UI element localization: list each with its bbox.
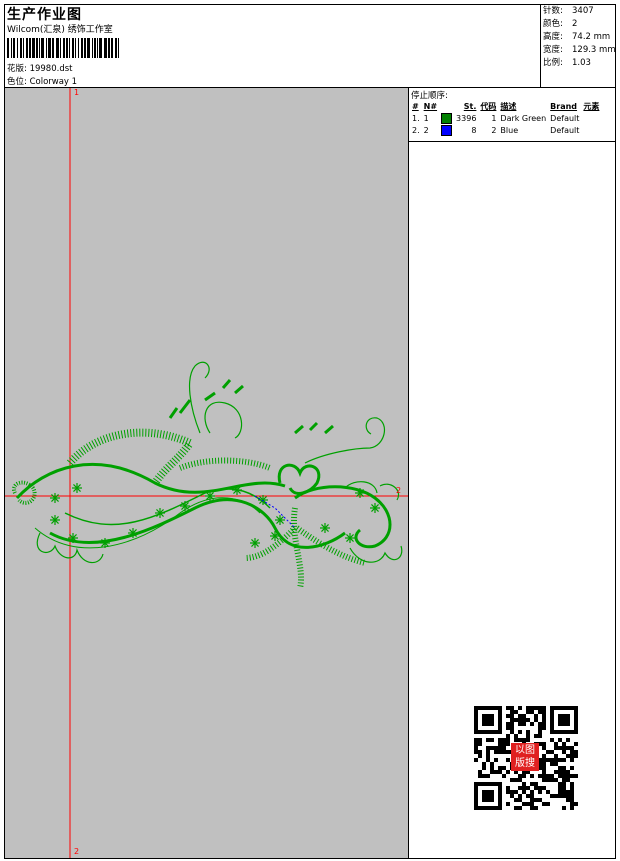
stat-colors: 颜色: 2 [543,19,578,29]
scroll-band-upper [15,462,286,500]
stat-scale: 比例: 1.03 [543,58,591,68]
color-swatch [441,112,453,124]
table-row: 1. 1 3396 1 Dark Green Default [412,112,580,124]
satin-leaf [178,457,272,471]
top-sprigs [168,379,244,419]
qr-code: 以图版搜 [469,703,583,813]
embroidery-motif [12,361,403,589]
axis-label-bottom: 2 [74,847,80,856]
star-stitches [50,483,380,548]
stats-divider [540,4,541,88]
barcode [7,38,119,58]
axis-label-top: 1 [74,88,80,97]
col-element: 元素 [583,101,600,111]
design-stats: 针数: 3407 颜色: 2 高度: 74.2 mm 宽度: 129.3 mm 比例: 1… [543,5,616,70]
top-tendril-center [204,401,243,439]
col-stitches: St. [463,101,477,111]
color-swatch [441,124,453,136]
right-loops [349,545,403,563]
col-number: # [412,101,419,111]
col-code: 代码 [480,101,497,111]
colorway: 色位: Colorway 1 [7,75,77,87]
page-title: 生产作业图 [7,7,82,23]
embroidery-design [5,88,408,858]
satin-fan [66,428,196,486]
col-description: 描述 [500,101,517,111]
canvas-divider [408,87,409,859]
table-bottom-line [408,141,616,142]
design-label: 花版: [7,64,27,74]
colorway-label: 色位: [7,77,27,87]
stat-height: 高度: 74.2 mm [543,32,611,42]
table-row: 2. 2 8 2 Blue Default [412,124,580,136]
axis-label-right: 2 [396,486,402,495]
design-value: 19980.dst [29,64,73,74]
stat-stitches: 针数: 3407 [543,6,594,16]
seal-stamp: 以图版搜 [511,743,539,771]
design-canvas[interactable]: 1 2 2 [5,88,408,858]
company-name: Wilcom(汇泉) 绣饰工作室 [7,25,113,35]
stat-width: 宽度: 129.3 mm [543,45,616,55]
heart-knot [277,463,321,495]
table-header-row: # N# St. 代码 描述 Brand 元素 [410,100,601,112]
right-sprigs [294,421,334,435]
scroll-inner [64,488,271,526]
stop-sequence-table: # N# St. 代码 描述 Brand 元素 1. 1 3396 1 Dark… [410,100,601,136]
col-swatch [439,100,454,112]
colorway-value: Colorway 1 [29,77,78,87]
design-file: 花版: 19980.dst [7,62,72,74]
col-needle: N# [423,101,438,111]
col-brand: Brand [550,101,578,111]
